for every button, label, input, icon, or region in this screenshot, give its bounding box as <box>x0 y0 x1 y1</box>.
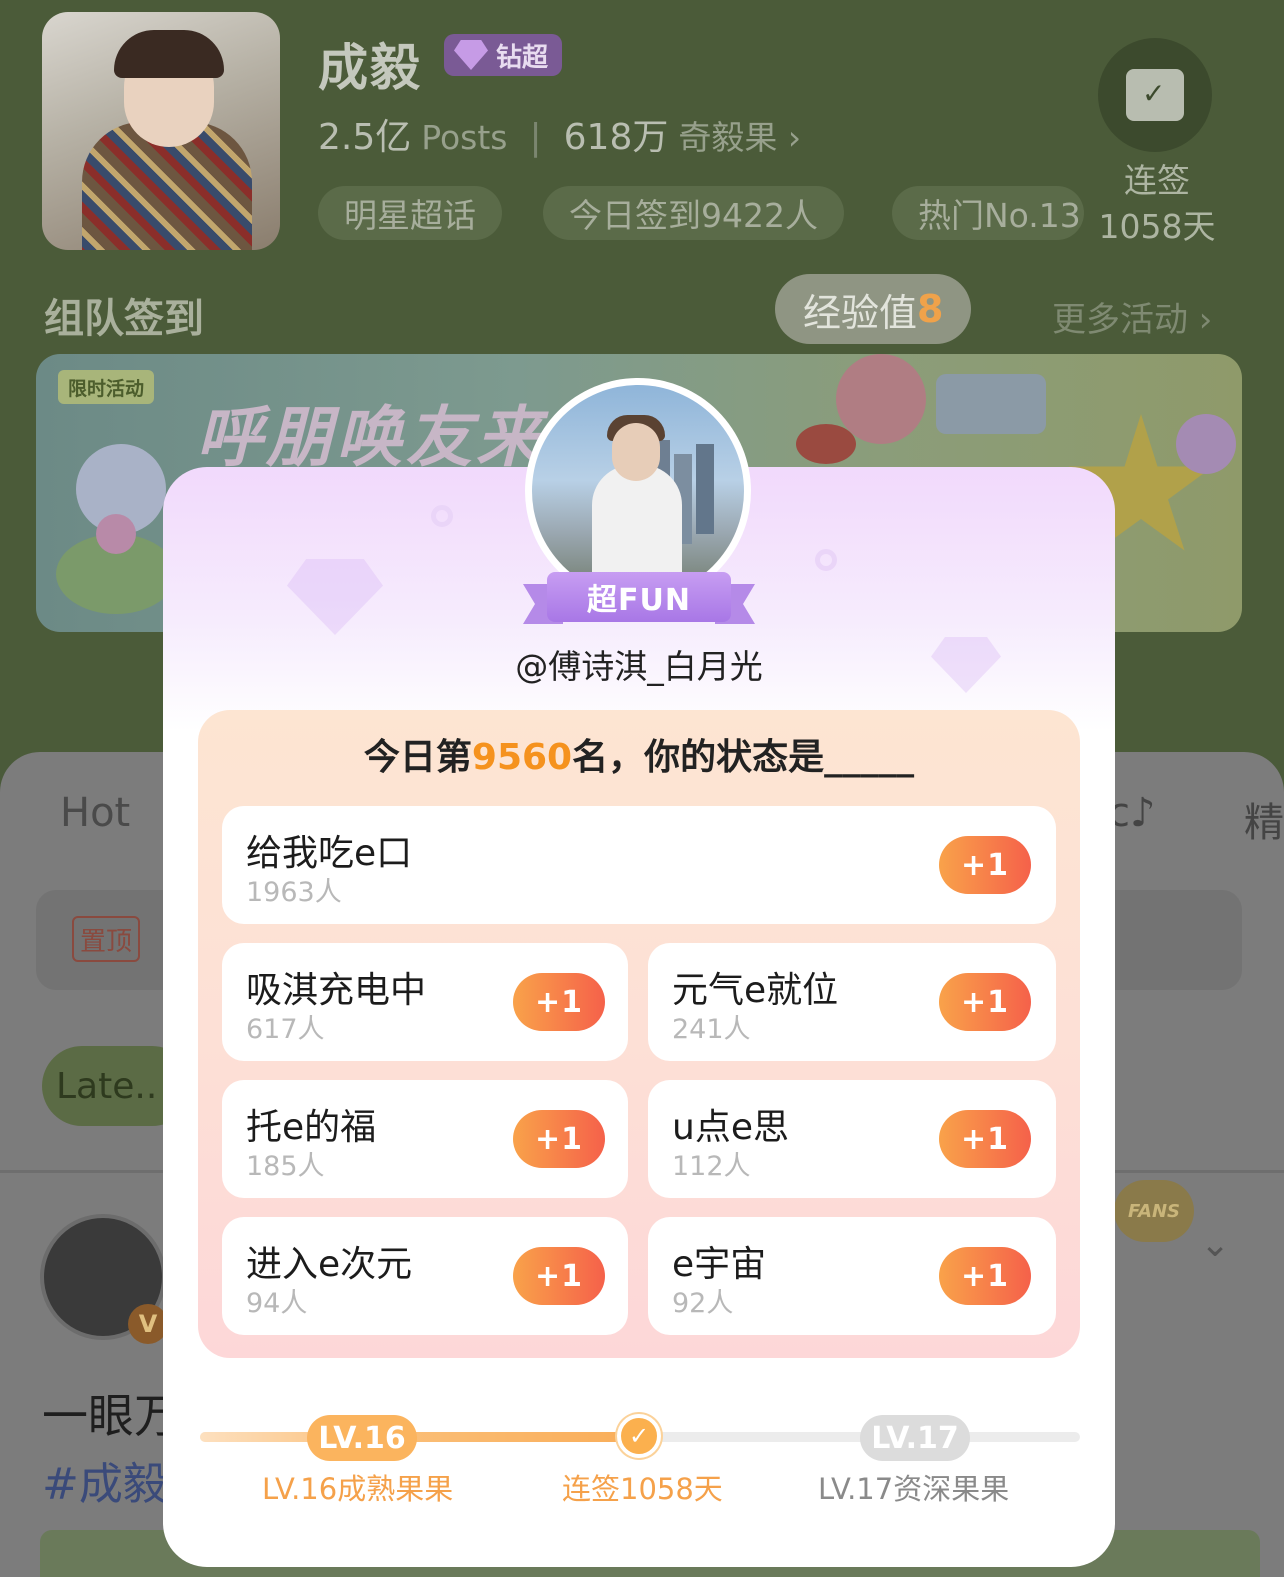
topic-stats: 2.5亿 Posts | 618万 奇毅果 › <box>318 108 801 160</box>
verified-icon: V <box>128 1304 168 1344</box>
option-count: 112人 <box>672 1151 751 1182</box>
post-hashtag[interactable]: #成毅 <box>42 1448 167 1512</box>
diamond-icon <box>454 40 488 70</box>
level-progress-fill <box>200 1432 640 1442</box>
status-option[interactable]: u点e思 112人 +1 <box>648 1080 1056 1198</box>
checkin-button[interactable] <box>1098 38 1212 152</box>
plus-one-button[interactable]: +1 <box>513 973 605 1031</box>
pinned-tag: 置顶 <box>72 916 141 962</box>
current-level-caption: LV.16成熟果果 <box>262 1472 454 1506</box>
chip-hot-rank[interactable]: 热门No.13 <box>892 186 1084 240</box>
posts-value: 2.5亿 <box>318 117 412 158</box>
option-label: e宇宙 <box>672 1244 767 1285</box>
status-option[interactable]: 吸淇充电中 617人 +1 <box>222 943 628 1061</box>
option-label: 托e的福 <box>246 1107 377 1148</box>
plus-one-button[interactable]: +1 <box>939 973 1031 1031</box>
team-checkin-title: 组队签到 <box>44 296 204 342</box>
balloon-icon <box>836 354 926 444</box>
star-avatar[interactable] <box>42 12 280 250</box>
next-level-caption: LV.17资深果果 <box>818 1472 1010 1506</box>
user-avatar <box>525 378 751 604</box>
diamond-deco-icon <box>287 559 383 635</box>
current-level-badge: LV.16 <box>307 1415 417 1461</box>
plus-one-button[interactable]: +1 <box>939 1110 1031 1168</box>
more-activities-link[interactable]: 更多活动 › <box>1052 292 1212 341</box>
exp-pill[interactable]: 经验值 8 <box>775 274 972 344</box>
calendar-check-icon <box>1126 69 1184 121</box>
status-option[interactable]: 给我吃e口 1963人 +1 <box>222 806 1056 924</box>
chip-star-topic[interactable]: 明星超话 <box>318 186 502 240</box>
status-option[interactable]: e宇宙 92人 +1 <box>648 1217 1056 1335</box>
plus-one-button[interactable]: +1 <box>939 836 1031 894</box>
super-fun-label: 超FUN <box>547 572 731 622</box>
fans-badge: FANS <box>1114 1180 1194 1242</box>
check-icon: ✓ <box>617 1414 661 1458</box>
next-level-badge: LV.17 <box>860 1415 970 1461</box>
tab-music[interactable]: c♪ <box>1108 790 1156 836</box>
fruits-value: 618万 <box>563 117 669 158</box>
tab-hot[interactable]: Hot <box>60 790 130 836</box>
vip-badge[interactable]: 钻超 <box>444 34 563 76</box>
username: @傅诗淇_白月光 <box>515 647 763 686</box>
option-count: 185人 <box>246 1151 325 1182</box>
status-question: 今日第9560名，你的状态是_____ <box>363 737 915 778</box>
post-text: 一眼万 <box>42 1389 180 1443</box>
super-fun-badge: 超FUN <box>523 572 755 626</box>
dot-deco <box>815 549 837 571</box>
dot-deco <box>431 505 453 527</box>
checkin-rank: 9560 <box>471 737 573 778</box>
star-name: 成毅 <box>318 39 422 97</box>
status-option[interactable]: 托e的福 185人 +1 <box>222 1080 628 1198</box>
option-label: u点e思 <box>672 1107 789 1148</box>
tab-featured[interactable]: 精 <box>1244 790 1284 848</box>
chevron-down-icon[interactable]: ⌄ <box>1200 1224 1230 1265</box>
option-label: 元气e就位 <box>672 970 839 1011</box>
fruits-link[interactable]: 奇毅果 › <box>678 111 801 159</box>
plus-one-button[interactable]: +1 <box>939 1247 1031 1305</box>
streak-caption: 连签1058天 <box>562 1472 723 1506</box>
plus-one-button[interactable]: +1 <box>513 1247 605 1305</box>
option-label: 给我吃e口 <box>246 833 413 874</box>
option-label: 进入e次元 <box>246 1244 413 1285</box>
option-count: 94人 <box>246 1288 308 1319</box>
stats-divider: | <box>529 117 542 158</box>
option-count: 617人 <box>246 1014 325 1045</box>
posts-label: Posts <box>421 118 508 157</box>
checkin-streak: 连签 1058天 <box>1098 161 1216 246</box>
option-count: 1963人 <box>246 877 342 908</box>
status-option[interactable]: 元气e就位 241人 +1 <box>648 943 1056 1061</box>
plus-one-button[interactable]: +1 <box>513 1110 605 1168</box>
chip-today-checkins[interactable]: 今日签到9422人 <box>543 186 844 240</box>
option-count: 92人 <box>672 1288 734 1319</box>
option-label: 吸淇充电中 <box>246 970 427 1011</box>
option-count: 241人 <box>672 1014 751 1045</box>
limited-event-tag: 限时活动 <box>58 370 155 404</box>
status-option[interactable]: 进入e次元 94人 +1 <box>222 1217 628 1335</box>
vip-label: 钻超 <box>496 42 549 73</box>
